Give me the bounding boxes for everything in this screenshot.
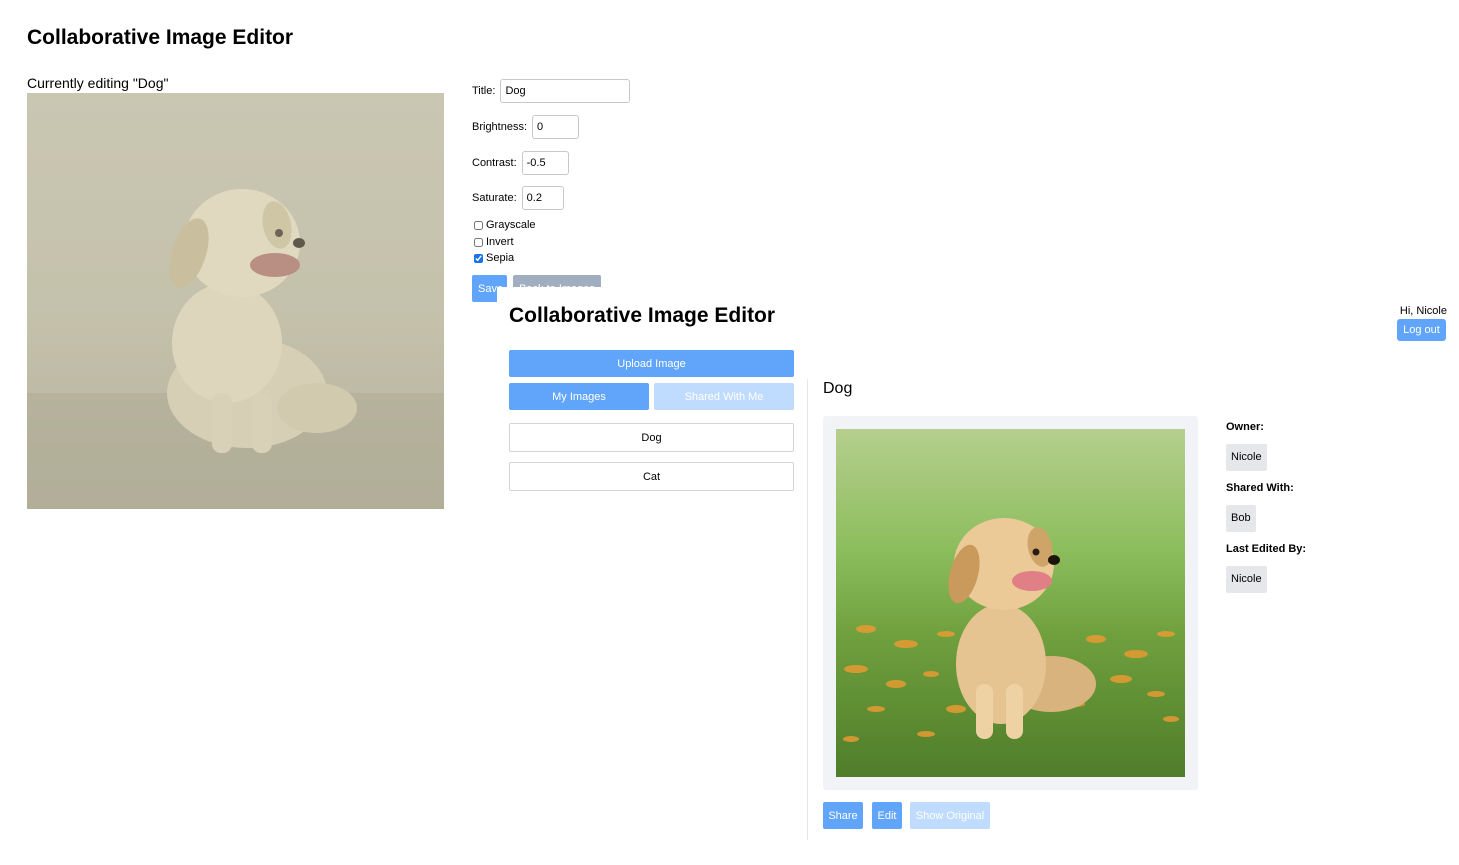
contrast-field[interactable]	[521, 151, 569, 175]
saturate-row: Saturate:	[472, 186, 564, 210]
invert-label: Invert	[486, 236, 514, 248]
gallery-window: Collaborative Image Editor Hi, Nicole Lo…	[497, 287, 1459, 865]
share-button[interactable]: Share	[823, 802, 863, 829]
invert-checkbox[interactable]	[474, 237, 483, 247]
page-title: Collaborative Image Editor	[27, 26, 294, 49]
last-edited-label: Last Edited By:	[1226, 543, 1307, 555]
upload-image-button[interactable]: Upload Image	[509, 350, 794, 377]
sepia-label: Sepia	[486, 252, 515, 264]
sepia-option[interactable]: Sepia	[474, 252, 514, 264]
owner-label: Owner:	[1226, 421, 1264, 433]
tab-shared-with-me[interactable]: Shared With Me	[654, 383, 794, 410]
title-field[interactable]	[500, 79, 631, 103]
user-greeting: Hi, Nicole	[1399, 305, 1447, 317]
image-list-item-cat[interactable]: Cat	[509, 462, 794, 491]
logout-button[interactable]: Log out	[1397, 319, 1446, 341]
grayscale-label: Grayscale	[486, 219, 536, 231]
brightness-field[interactable]	[532, 115, 580, 139]
brightness-label: Brightness:	[472, 121, 528, 133]
shared-with-chip: Bob	[1226, 505, 1256, 532]
title-label: Title:	[472, 85, 496, 97]
image-detail-title: Dog	[823, 380, 853, 397]
panel-divider	[807, 379, 808, 840]
contrast-label: Contrast:	[472, 157, 517, 169]
show-original-button[interactable]: Show Original	[910, 802, 990, 829]
edit-button[interactable]: Edit	[872, 802, 902, 829]
editing-caption: Currently editing "Dog"	[27, 75, 169, 91]
shared-with-label: Shared With:	[1226, 482, 1294, 494]
brightness-row: Brightness:	[472, 115, 580, 139]
image-list-item-dog[interactable]: Dog	[509, 423, 794, 452]
gallery-page-title: Collaborative Image Editor	[509, 304, 776, 327]
dog-photo	[836, 429, 1185, 777]
grayscale-checkbox[interactable]	[474, 220, 483, 230]
tab-my-images[interactable]: My Images	[509, 383, 649, 410]
last-edited-chip: Nicole	[1226, 566, 1267, 593]
edit-preview-image	[27, 93, 444, 509]
contrast-row: Contrast:	[472, 151, 569, 175]
owner-chip: Nicole	[1226, 444, 1267, 471]
saturate-label: Saturate:	[472, 192, 517, 204]
sepia-checkbox[interactable]	[474, 253, 483, 263]
image-card	[823, 416, 1198, 790]
invert-option[interactable]: Invert	[474, 236, 514, 248]
saturate-field[interactable]	[521, 186, 564, 210]
title-row: Title:	[472, 79, 631, 103]
grayscale-option[interactable]: Grayscale	[474, 219, 536, 231]
